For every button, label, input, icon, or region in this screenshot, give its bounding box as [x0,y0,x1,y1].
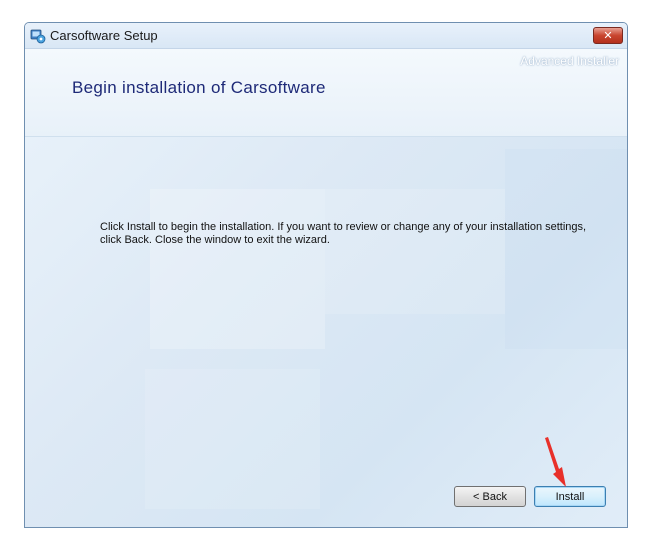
window-title: Carsoftware Setup [50,28,158,43]
page-title: Begin installation of Carsoftware [72,78,326,97]
setup-app-icon [30,28,46,44]
background-decoration [505,149,627,349]
background-decoration [325,189,505,314]
brand-watermark: Advanced Installer [520,54,619,68]
annotation-arrow-icon [545,437,566,487]
instruction-text: Click Install to begin the installation.… [100,221,600,247]
wizard-body: Advanced Installer Begin installation of… [25,49,627,527]
close-button[interactable]: ✕ [593,27,623,44]
instruction-line: Click Install to begin the installation.… [100,221,587,233]
close-icon: ✕ [603,29,613,42]
background-decoration [150,189,325,349]
wizard-header: Advanced Installer Begin installation of… [25,49,627,137]
back-button[interactable]: < Back [454,486,526,507]
instruction-line: click Back. Close the window to exit the… [100,234,330,246]
background-decoration [145,369,320,509]
setup-window: Carsoftware Setup ✕ Advanced Installer B… [24,22,628,528]
title-bar[interactable]: Carsoftware Setup ✕ [25,23,627,49]
